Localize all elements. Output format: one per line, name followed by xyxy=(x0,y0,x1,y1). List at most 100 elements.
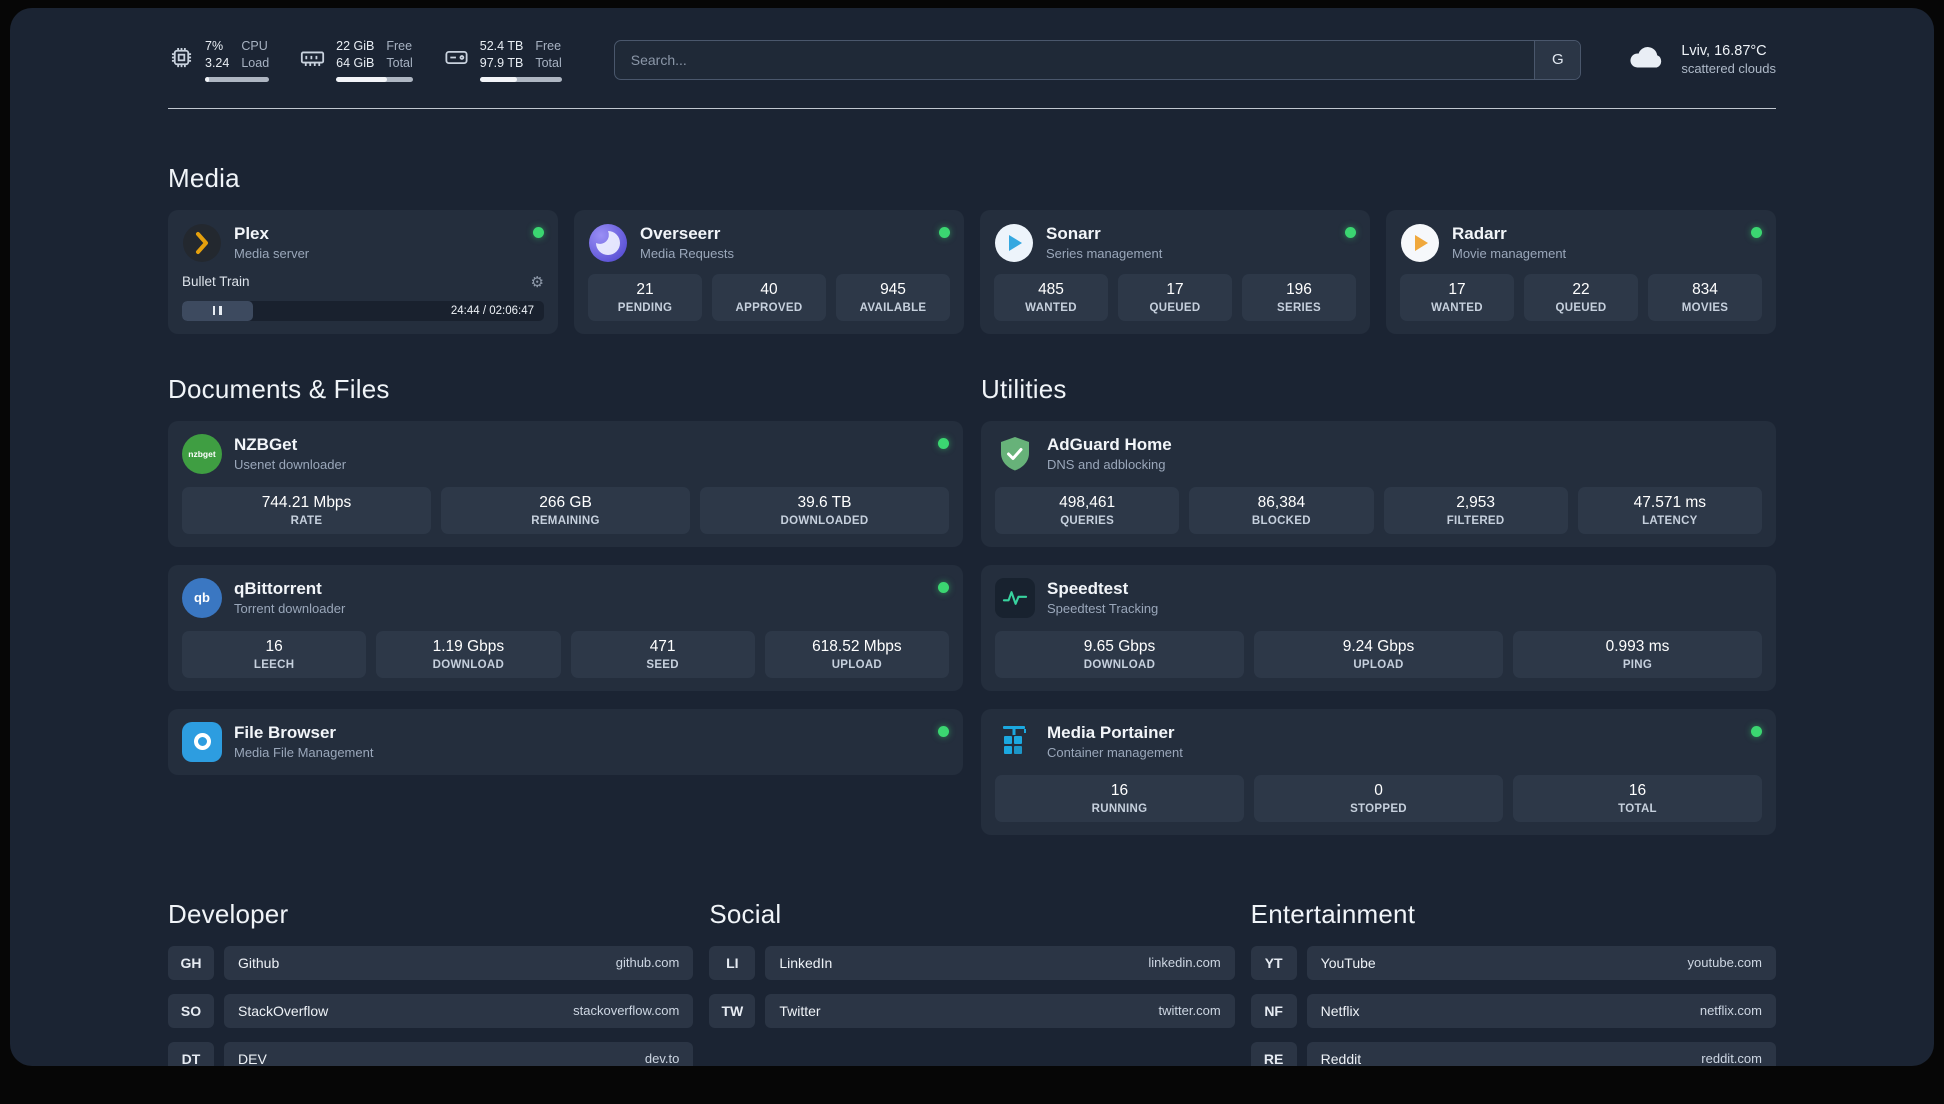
app-name: Sonarr xyxy=(1046,224,1101,244)
bookmark-abbr-badge[interactable]: NF xyxy=(1250,993,1297,1028)
section-title-utilities: Utilities xyxy=(981,373,1067,404)
section-title-documents: Documents & Files xyxy=(168,373,390,404)
app-card-plex[interactable]: Plex Media server Bullet Train ⚙ 24:44 /… xyxy=(168,209,558,334)
bookmark-abbr-badge[interactable]: RE xyxy=(1250,1041,1297,1066)
bookmark-link[interactable]: DEV dev.to xyxy=(224,1041,694,1066)
stat-value: 40 xyxy=(760,280,778,298)
app-card-radarr[interactable]: Radarr Movie management 17 WANTED 22 QUE… xyxy=(1386,209,1776,334)
stat-tile: 834 MOVIES xyxy=(1648,273,1762,321)
app-card-filebrowser[interactable]: File Browser Media File Management xyxy=(168,708,963,775)
bookmark-link[interactable]: Github github.com xyxy=(224,945,694,980)
app-card-adguard[interactable]: AdGuard Home DNS and adblocking 498,461 … xyxy=(981,420,1776,547)
stat-value: 16 xyxy=(1628,781,1647,799)
status-dot xyxy=(939,226,950,238)
stat-label: TOTAL xyxy=(1618,802,1657,815)
overseerr-icon xyxy=(588,223,628,263)
bookmark-link[interactable]: Reddit reddit.com xyxy=(1306,1041,1776,1066)
stat-tile: 485 WANTED xyxy=(994,273,1108,321)
stat-tile: 945 AVAILABLE xyxy=(836,273,950,321)
bookmark-link[interactable]: Netflix netflix.com xyxy=(1306,993,1776,1028)
bookmark-link[interactable]: LinkedIn linkedin.com xyxy=(765,945,1235,980)
stat-value: 39.6 TB xyxy=(797,493,852,511)
disk-icon xyxy=(443,44,470,76)
search-input[interactable] xyxy=(614,40,1535,79)
app-card-sonarr[interactable]: Sonarr Series management 485 WANTED 17 Q… xyxy=(980,209,1370,334)
stat-label: UPLOAD xyxy=(1353,658,1404,671)
qbittorrent-icon: qb xyxy=(182,577,222,618)
stats-row: 16 RUNNING 0 STOPPED 16 TOTAL xyxy=(995,774,1762,822)
stat-tile: 16 TOTAL xyxy=(1513,774,1762,822)
stat-value: 834 xyxy=(1692,280,1718,298)
stat-label: AVAILABLE xyxy=(859,301,927,314)
stat-tile: 16 LEECH xyxy=(182,630,367,678)
bookmark-abbr-badge[interactable]: SO xyxy=(168,993,214,1028)
stat-tile: 22 QUEUED xyxy=(1524,273,1638,321)
section-documents: Documents & Files nzbget NZBGet Usenet d… xyxy=(168,374,963,835)
stat-label: LEECH xyxy=(253,658,295,671)
app-subtitle: Speedtest Tracking xyxy=(1047,601,1159,617)
stat-tile: 17 WANTED xyxy=(1400,273,1514,321)
now-playing-title: Bullet Train xyxy=(182,274,250,290)
stat-tile: 0 STOPPED xyxy=(1254,774,1503,822)
status-dot xyxy=(1751,226,1762,238)
app-card-qbittorrent[interactable]: qb qBittorrent Torrent downloader 16 LEE… xyxy=(168,564,963,691)
player-seek-bar[interactable]: 24:44 / 02:06:47 xyxy=(182,300,544,321)
cpu-label: CPU xyxy=(241,39,268,53)
bookmark-url: linkedin.com xyxy=(1148,955,1221,971)
pause-icon[interactable] xyxy=(211,306,223,316)
section-title-social: Social xyxy=(709,898,782,929)
disk-widget: 52.4 TB 97.9 TB Free Total xyxy=(443,38,562,82)
stat-tile: 21 PENDING xyxy=(588,273,702,321)
speedtest-icon xyxy=(995,577,1035,618)
stat-value: 9.65 Gbps xyxy=(1083,637,1156,655)
stat-value: 21 xyxy=(636,280,654,298)
bookmark-abbr-badge[interactable]: DT xyxy=(168,1041,214,1066)
disk-free-label: Free xyxy=(535,39,562,53)
stat-value: 16 xyxy=(1110,781,1129,799)
bookmark-link[interactable]: Twitter twitter.com xyxy=(765,993,1235,1028)
stat-value: 86,384 xyxy=(1257,493,1306,511)
bookmark-item: SO StackOverflow stackoverflow.com xyxy=(168,993,694,1028)
disk-total-value: 97.9 TB xyxy=(479,55,524,70)
cpu-icon xyxy=(168,44,195,76)
gear-icon[interactable]: ⚙ xyxy=(531,273,544,291)
stat-label: MOVIES xyxy=(1681,301,1729,314)
app-name: Plex xyxy=(234,224,269,244)
stat-value: 9.24 Gbps xyxy=(1342,637,1415,655)
search-provider-button[interactable]: G xyxy=(1534,40,1581,79)
sonarr-icon xyxy=(994,223,1034,263)
bookmark-url: reddit.com xyxy=(1701,1051,1762,1066)
app-card-speedtest[interactable]: Speedtest Speedtest Tracking 9.65 Gbps D… xyxy=(981,564,1776,691)
app-name: Radarr xyxy=(1452,224,1507,244)
player-time: 24:44 / 02:06:47 xyxy=(450,304,534,317)
stats-row: 9.65 Gbps DOWNLOAD 9.24 Gbps UPLOAD 0.99… xyxy=(995,630,1762,678)
bookmark-link[interactable]: StackOverflow stackoverflow.com xyxy=(224,993,694,1028)
bookmark-abbr-badge[interactable]: YT xyxy=(1250,945,1297,980)
bookmark-url: github.com xyxy=(615,955,680,971)
stats-row: 17 WANTED 22 QUEUED 834 MOVIES xyxy=(1400,273,1762,321)
bookmark-abbr-badge[interactable]: LI xyxy=(709,945,756,980)
dashboard-window: 7% 3.24 CPU Load 22 GiB 64 GiB Free Tota… xyxy=(10,8,1934,1066)
stat-value: 17 xyxy=(1166,280,1184,298)
app-card-portainer[interactable]: Media Portainer Container management 16 … xyxy=(981,708,1776,835)
stat-tile: 40 APPROVED xyxy=(712,273,826,321)
bookmark-link[interactable]: YouTube youtube.com xyxy=(1306,945,1776,980)
bookmark-url: youtube.com xyxy=(1687,955,1762,971)
bookmark-name: Netflix xyxy=(1320,1002,1360,1019)
bookmark-abbr-badge[interactable]: TW xyxy=(709,993,756,1028)
disk-total-label: Total xyxy=(535,55,562,70)
bookmark-url: netflix.com xyxy=(1699,1003,1762,1019)
app-card-overseerr[interactable]: Overseerr Media Requests 21 PENDING 40 A… xyxy=(574,209,964,334)
bookmark-url: dev.to xyxy=(644,1051,680,1066)
bookmark-item: RE Reddit reddit.com xyxy=(1250,1041,1776,1066)
app-card-nzbget[interactable]: nzbget NZBGet Usenet downloader 744.21 M… xyxy=(168,420,963,547)
status-dot xyxy=(938,725,949,737)
bookmark-abbr-badge[interactable]: GH xyxy=(168,945,214,980)
stat-tile: 39.6 TB DOWNLOADED xyxy=(700,486,949,534)
cpu-usage-bar xyxy=(205,76,270,82)
app-name: qBittorrent xyxy=(234,579,322,599)
stat-label: RUNNING xyxy=(1091,802,1148,815)
app-name: Overseerr xyxy=(640,224,721,244)
radarr-icon xyxy=(1400,223,1440,263)
disk-free-value: 52.4 TB xyxy=(479,39,524,53)
